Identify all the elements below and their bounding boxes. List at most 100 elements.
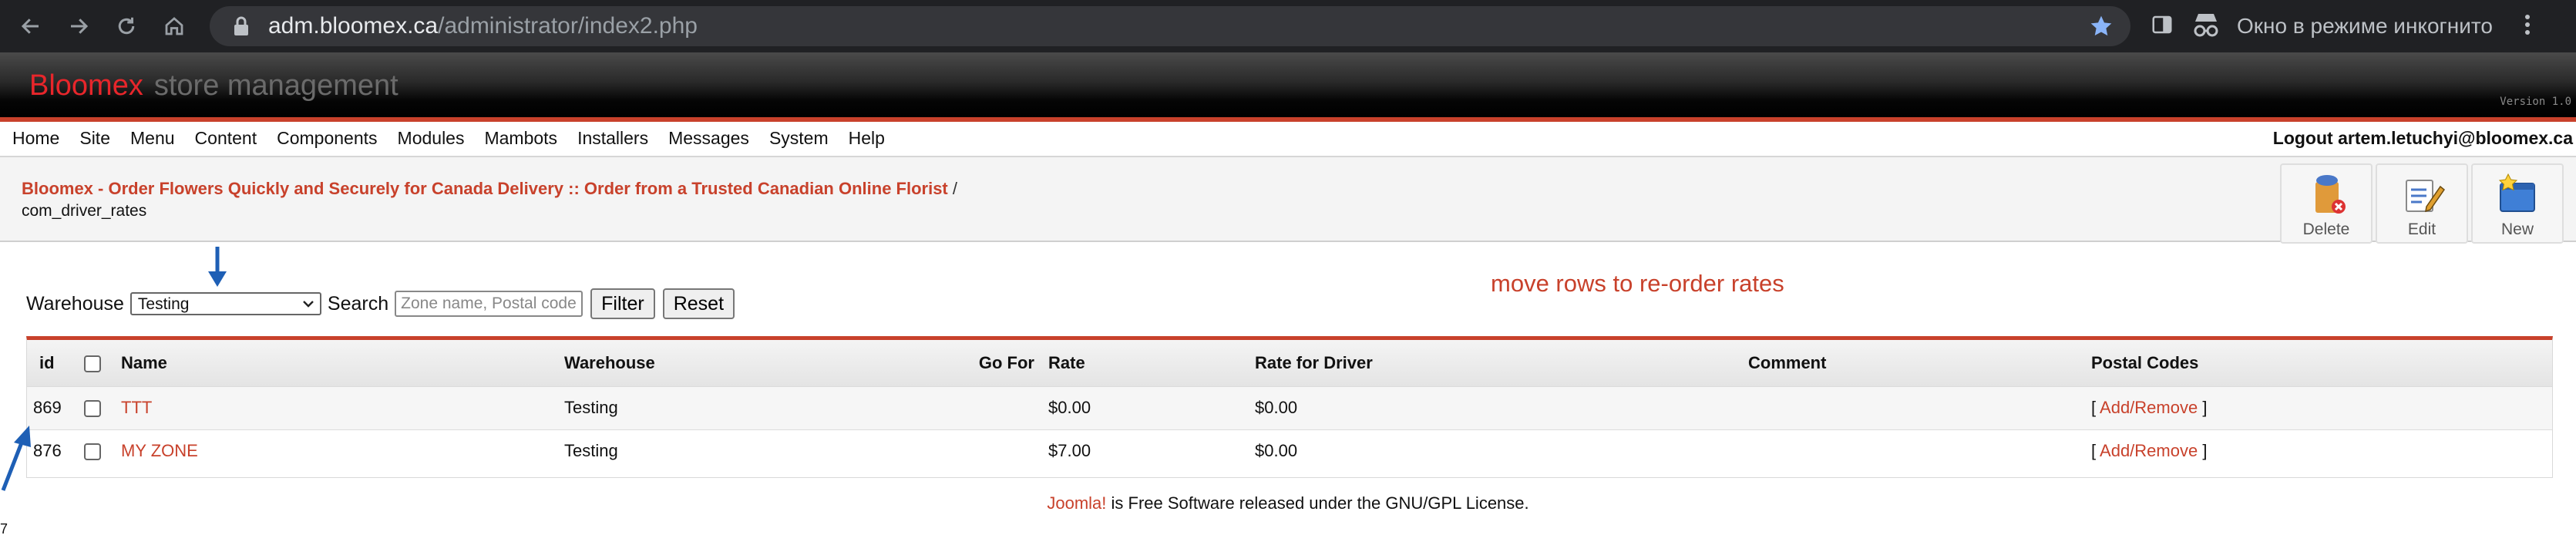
- menu-items: Home Site Menu Content Components Modules Mamb…: [12, 128, 905, 149]
- col-postal-codes: Postal Codes: [2091, 352, 2199, 372]
- reorder-message: move rows to re-order rates: [1491, 270, 1784, 297]
- cell-comment: [1742, 386, 2085, 429]
- footer-text: is Free Software released under the GNU/…: [1111, 493, 1529, 513]
- search-label: Search: [327, 292, 389, 315]
- cell-rate: $0.00: [1048, 398, 1091, 417]
- incognito-label[interactable]: Окно в режиме инкогнито: [2237, 14, 2493, 39]
- cell-name: TTT: [115, 386, 558, 429]
- cell-select: [78, 429, 115, 473]
- cell-warehouse: Testing: [564, 398, 618, 417]
- bookmark-star-icon[interactable]: [2089, 14, 2114, 42]
- filter-row: Warehouse Testing Search Filter Reset: [26, 287, 735, 321]
- edge-number: 7: [0, 521, 8, 537]
- col-comment: Comment: [1748, 352, 1827, 372]
- cell-select: [78, 386, 115, 429]
- home-button[interactable]: [157, 9, 191, 43]
- col-select-all: [78, 340, 115, 386]
- side-panel-icon[interactable]: [2151, 13, 2174, 40]
- cell-warehouse: Testing: [564, 441, 618, 461]
- menu-item-content[interactable]: Content: [195, 128, 257, 149]
- delete-button[interactable]: Delete: [2280, 163, 2373, 244]
- logout-link[interactable]: Logout artem.letuchyi@bloomex.ca: [2273, 128, 2573, 149]
- table-body: 869 TTT Testing $0.00 $0.00[ Add/Remove ] 876…: [27, 386, 2552, 473]
- forward-button[interactable]: [62, 9, 96, 43]
- cell-rate-driver: $0.00: [1255, 398, 1298, 417]
- col-go-for: Go For: [978, 352, 1034, 372]
- reset-button[interactable]: Reset: [662, 288, 735, 319]
- row-checkbox[interactable]: [84, 400, 101, 418]
- edit-pencil-icon: [2406, 180, 2445, 213]
- table-row[interactable]: 876 MY ZONE Testing $7.00 $0.00 [ Add/Remove …: [27, 429, 2552, 473]
- annotation-arrow-up-icon: [1, 426, 31, 491]
- new-button[interactable]: New: [2471, 163, 2564, 244]
- arrow-left-icon: [21, 19, 39, 34]
- trash-icon: [2315, 175, 2346, 214]
- back-button[interactable]: [14, 9, 48, 43]
- filter-button[interactable]: Filter: [590, 288, 655, 319]
- lock-icon: [233, 15, 251, 38]
- edit-button[interactable]: Edit: [2376, 163, 2468, 244]
- more-menu-icon[interactable]: [2524, 13, 2531, 40]
- browser-toolbar: adm.bloomex.ca/administrator/index2.php …: [0, 0, 2576, 52]
- menu-item-home[interactable]: Home: [12, 128, 59, 149]
- cell-go-for: [936, 429, 1042, 473]
- menu-item-messages[interactable]: Messages: [668, 128, 749, 149]
- driver-rates-table: id Name Warehouse Go For Rate Rate for D…: [26, 336, 2553, 478]
- pathway-toolbar: Bloomex - Order Flowers Quickly and Secu…: [0, 157, 2576, 244]
- cell-name: MY ZONE: [115, 429, 558, 473]
- search-input[interactable]: [395, 291, 583, 317]
- chevron-down-icon: [303, 301, 314, 308]
- col-id: id: [39, 352, 55, 372]
- col-rate-driver: Rate for Driver: [1255, 352, 1373, 372]
- menu-item-site[interactable]: Site: [79, 128, 110, 149]
- breadcrumb-component: com_driver_rates: [22, 202, 147, 220]
- zone-name-link[interactable]: TTT: [121, 398, 152, 417]
- cell-id: 869: [33, 398, 62, 417]
- page-footer: Joomla! is Free Software released under …: [0, 493, 2576, 513]
- breadcrumb: Bloomex - Order Flowers Quickly and Secu…: [22, 179, 957, 199]
- bracket-close: ]: [2202, 398, 2208, 417]
- menu-item-installers[interactable]: Installers: [577, 128, 648, 149]
- joomla-link[interactable]: Joomla!: [1047, 493, 1106, 513]
- menu-item-mambots[interactable]: Mambots: [484, 128, 557, 149]
- menu-item-help[interactable]: Help: [849, 128, 885, 149]
- bracket-close: ]: [2202, 441, 2208, 461]
- select-all-checkbox[interactable]: [84, 355, 101, 372]
- bracket-open: [: [2091, 398, 2097, 417]
- add-remove-postal-link[interactable]: Add/Remove: [2100, 441, 2198, 460]
- url-text: adm.bloomex.ca/administrator/index2.php: [268, 13, 698, 39]
- bracket-open: [: [2091, 441, 2097, 461]
- address-bar[interactable]: adm.bloomex.ca/administrator/index2.php: [210, 6, 2130, 46]
- chrome-right-controls: Окно в режиме инкогнито: [2151, 0, 2531, 52]
- arrow-right-icon: [71, 19, 89, 34]
- table-header-row: id Name Warehouse Go For Rate Rate for D…: [27, 340, 2552, 386]
- breadcrumb-site-link[interactable]: Bloomex - Order Flowers Quickly and Secu…: [22, 179, 948, 198]
- cell-postal-codes: [ Add/Remove ]: [2085, 429, 2552, 473]
- col-warehouse: Warehouse: [564, 352, 655, 372]
- cell-rate: $7.00: [1048, 441, 1091, 461]
- cell-comment: [1742, 429, 2085, 473]
- brand-logo: Bloomex store management: [29, 69, 399, 102]
- reload-icon: [118, 17, 135, 35]
- warehouse-select-value: Testing: [137, 295, 190, 313]
- row-checkbox[interactable]: [84, 443, 101, 461]
- table-row[interactable]: 869 TTT Testing $0.00 $0.00 [ Add/Remove ]: [27, 386, 2552, 429]
- col-rate: Rate: [1048, 352, 1085, 372]
- zone-name-link[interactable]: MY ZONE: [121, 441, 198, 460]
- reload-button[interactable]: [109, 9, 143, 43]
- breadcrumb-separator: /: [952, 179, 958, 198]
- incognito-icon[interactable]: [2191, 11, 2221, 42]
- warehouse-label: Warehouse: [26, 292, 124, 315]
- menu-item-system[interactable]: System: [769, 128, 829, 149]
- menu-item-modules[interactable]: Modules: [398, 128, 465, 149]
- cell-go-for: [936, 386, 1042, 429]
- warehouse-select[interactable]: Testing: [129, 292, 321, 315]
- new-star-icon: [2498, 173, 2535, 212]
- add-remove-postal-link[interactable]: Add/Remove: [2100, 398, 2198, 417]
- menu-item-menu[interactable]: Menu: [130, 128, 175, 149]
- home-icon: [165, 17, 183, 35]
- menu-item-components[interactable]: Components: [277, 128, 377, 149]
- cell-rate-driver: $0.00: [1255, 441, 1298, 461]
- version-label: Version 1.0: [2500, 96, 2571, 108]
- cell-postal-codes: [ Add/Remove ]: [2085, 386, 2552, 429]
